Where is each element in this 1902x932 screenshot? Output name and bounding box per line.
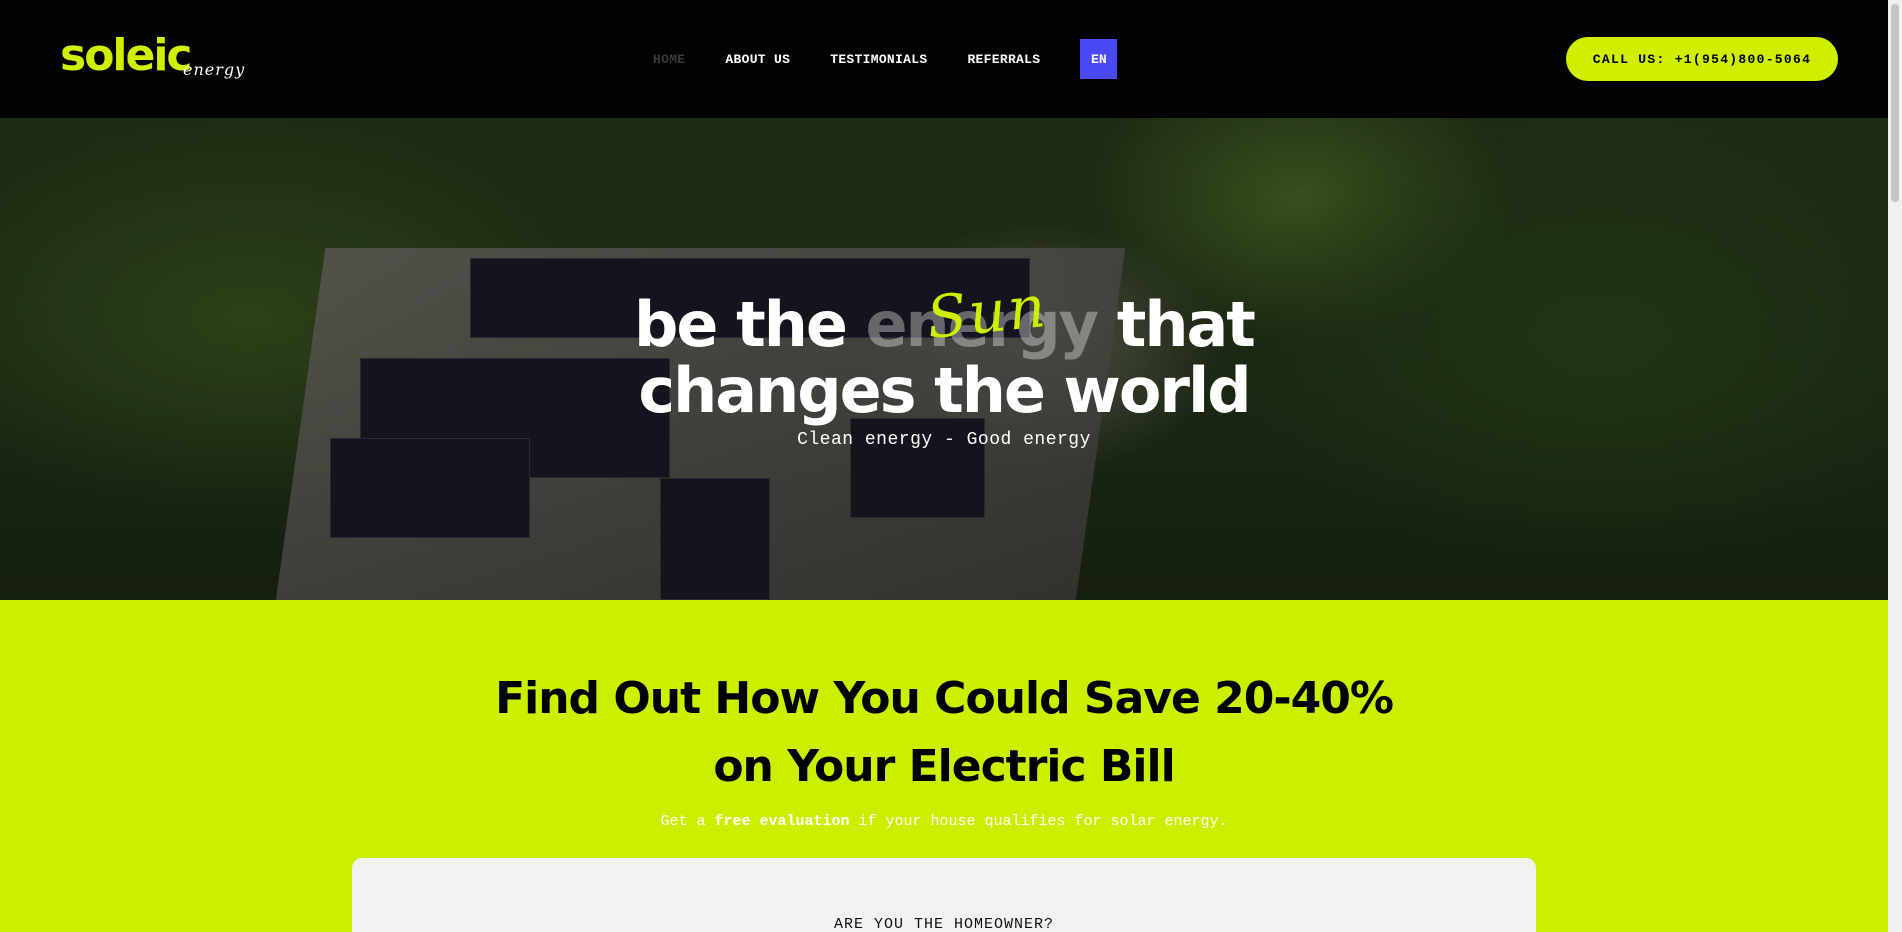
savings-title-line2: on Your Electric Bill (713, 741, 1175, 792)
hero-title-line1: be the energy Sun that (0, 272, 1888, 361)
savings-section: Find Out How You Could Save 20-40% on Yo… (0, 600, 1888, 932)
site-header: soleic energy HOME ABOUT US TESTIMONIALS… (0, 0, 1888, 118)
nav-referrals[interactable]: REFERRALS (967, 52, 1040, 67)
savings-sub-prefix: Get a (660, 813, 715, 830)
hero-title-part: be the (634, 288, 866, 361)
savings-subtitle: Get a free evaluation if your house qual… (0, 813, 1888, 830)
savings-title: Find Out How You Could Save 20-40% on Yo… (0, 665, 1888, 801)
logo-subtitle: energy (183, 60, 246, 79)
hero-subtitle: Clean energy - Good energy (797, 430, 1091, 450)
hero-title-line2: changes the world (638, 354, 1251, 427)
hero-section: be the energy Sun that changes the world … (0, 118, 1888, 600)
language-button[interactable]: EN (1080, 39, 1118, 79)
logo[interactable]: soleic energy (60, 30, 244, 90)
nav-about-us[interactable]: ABOUT US (725, 52, 790, 67)
homeowner-question: ARE YOU THE HOMEOWNER? (833, 916, 1055, 932)
evaluation-form-card: ARE YOU THE HOMEOWNER? (352, 858, 1536, 932)
hero-title-part: that (1097, 288, 1256, 361)
call-us-button[interactable]: CALL US: +1(954)800-5064 (1566, 37, 1838, 81)
savings-title-line1: Find Out How You Could Save 20-40% (495, 673, 1394, 724)
page-scrollbar[interactable] (1888, 0, 1902, 932)
logo-wordmark: soleic (60, 30, 193, 81)
main-nav: HOME ABOUT US TESTIMONIALS REFERRALS EN (653, 39, 1118, 79)
savings-sub-bold: free evaluation (714, 813, 850, 830)
scrollbar-thumb[interactable] (1891, 4, 1899, 202)
nav-testimonials[interactable]: TESTIMONIALS (830, 52, 927, 67)
savings-sub-suffix: if your house qualifies for solar energy… (849, 813, 1228, 830)
hero-struck-word: energy Sun (865, 272, 1099, 361)
hero-script-word: Sun (923, 271, 1051, 353)
nav-home[interactable]: HOME (653, 52, 685, 67)
